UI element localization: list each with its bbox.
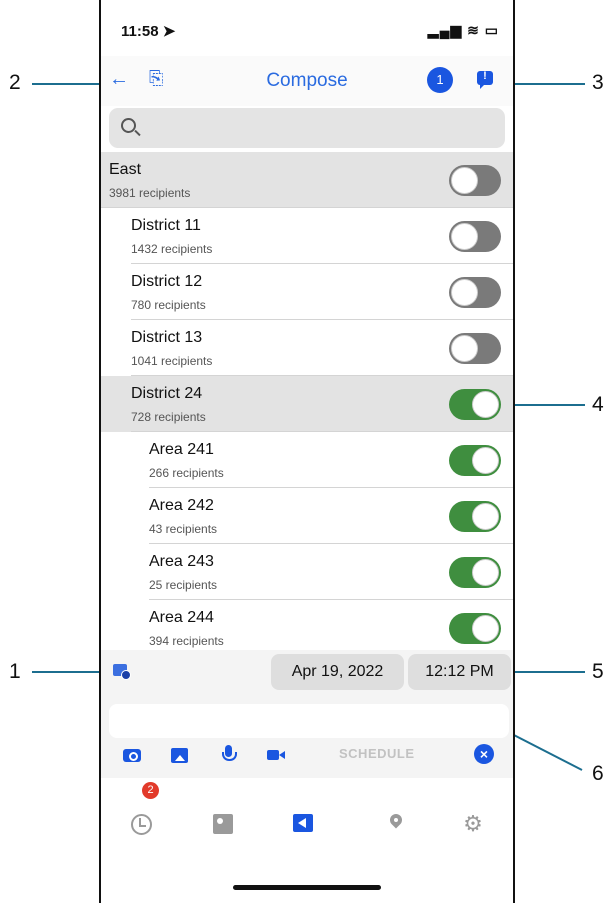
toggle-knob (472, 559, 499, 586)
tab-bar: 2 ⚙ (101, 778, 513, 842)
navbar: ← ⎘ Compose 1 (101, 56, 513, 106)
list-item-name: District 12 (131, 273, 203, 290)
list-item-recipients: 1432 recipients (131, 242, 213, 256)
callout-3: 3 (592, 71, 604, 94)
add-camera-icon[interactable] (123, 744, 143, 764)
callout-6: 6 (592, 762, 604, 785)
home-indicator[interactable] (233, 885, 381, 890)
list-item[interactable]: Area 244 394 recipients (101, 600, 513, 648)
toggle-switch[interactable] (449, 613, 501, 644)
list-item-recipients: 1041 recipients (131, 354, 213, 368)
tab-compose-icon[interactable] (291, 812, 315, 836)
toggle-switch[interactable] (449, 165, 501, 196)
search-bar[interactable] (109, 108, 505, 148)
phone-screen: 11:58 ➤ ▂▄▆ ≋ ▭ ← ⎘ Compose 1 East 3981 r… (99, 0, 515, 903)
list-item-recipients: 3981 recipients (109, 186, 191, 200)
list-item-name: Area 241 (149, 441, 214, 458)
toggle-knob (451, 335, 478, 362)
list-item-name: District 11 (131, 217, 201, 234)
schedule-bar: Apr 19, 2022 12:12 PM (101, 650, 513, 694)
toggle-knob (472, 615, 499, 642)
search-icon (121, 118, 136, 133)
list-item-recipients: 780 recipients (131, 298, 206, 312)
toggle-switch[interactable] (449, 333, 501, 364)
message-alert-icon[interactable] (477, 70, 493, 85)
toggle-switch[interactable] (449, 501, 501, 532)
tab-location-icon[interactable] (385, 812, 409, 836)
toggle-switch[interactable] (449, 221, 501, 252)
list-item[interactable]: District 13 1041 recipients (101, 320, 513, 376)
tab-settings-icon[interactable]: ⚙ (461, 812, 485, 836)
time-picker-button[interactable]: 12:12 PM (408, 654, 511, 690)
toggle-knob (451, 279, 478, 306)
add-photo-icon[interactable] (171, 744, 191, 764)
date-picker-button[interactable]: Apr 19, 2022 (271, 654, 404, 690)
list-item-recipients: 266 recipients (149, 466, 224, 480)
list-item[interactable]: Area 241 266 recipients (101, 432, 513, 488)
tab-contacts-icon[interactable] (211, 812, 235, 836)
schedule-button[interactable]: SCHEDULE (339, 746, 415, 761)
tab-history-icon[interactable] (129, 812, 153, 836)
calendar-schedule-icon[interactable] (113, 664, 131, 680)
toggle-knob (472, 503, 499, 530)
status-indicators: ▂▄▆ ≋ ▭ (427, 22, 499, 38)
list-item-recipients: 728 recipients (131, 410, 206, 424)
message-input[interactable] (109, 704, 509, 738)
list-item-name: East (109, 161, 142, 178)
list-item-recipients: 394 recipients (149, 634, 224, 648)
list-item-name: Area 243 (149, 553, 214, 570)
message-alert-icon-tail (480, 84, 485, 89)
recipient-list: East 3981 recipients District 11 1432 recip… (101, 152, 513, 648)
status-bar: 11:58 ➤ ▂▄▆ ≋ ▭ (101, 0, 513, 56)
callout-1: 1 (9, 660, 21, 683)
cancel-icon[interactable]: × (474, 744, 494, 764)
list-item[interactable]: District 24 728 recipients (101, 376, 513, 432)
callout-4: 4 (592, 393, 604, 416)
history-badge: 2 (142, 782, 159, 799)
list-item-recipients: 25 recipients (149, 578, 218, 592)
status-time: 11:58 ➤ (121, 23, 176, 40)
list-item-name: Area 244 (149, 609, 214, 626)
toggle-knob (472, 447, 499, 474)
toggle-switch[interactable] (449, 277, 501, 308)
list-item[interactable]: District 11 1432 recipients (101, 208, 513, 264)
callout-5: 5 (592, 660, 604, 683)
notification-count-badge[interactable]: 1 (427, 67, 453, 93)
toggle-switch[interactable] (449, 389, 501, 420)
composer: SCHEDULE × (101, 694, 513, 778)
microphone-icon[interactable] (219, 744, 239, 764)
list-item-name: District 24 (131, 385, 203, 402)
toggle-knob (472, 391, 499, 418)
video-camera-icon[interactable] (267, 744, 287, 764)
list-item[interactable]: Area 242 43 recipients (101, 488, 513, 544)
list-item-recipients: 43 recipients (149, 522, 218, 536)
callout-2: 2 (9, 71, 21, 94)
list-item[interactable]: East 3981 recipients (101, 152, 513, 208)
list-item[interactable]: Area 243 25 recipients (101, 544, 513, 600)
toggle-switch[interactable] (449, 445, 501, 476)
list-item-name: District 13 (131, 329, 203, 346)
toggle-knob (451, 223, 478, 250)
toggle-switch[interactable] (449, 557, 501, 588)
list-item[interactable]: District 12 780 recipients (101, 264, 513, 320)
list-item-name: Area 242 (149, 497, 214, 514)
toggle-knob (451, 167, 478, 194)
